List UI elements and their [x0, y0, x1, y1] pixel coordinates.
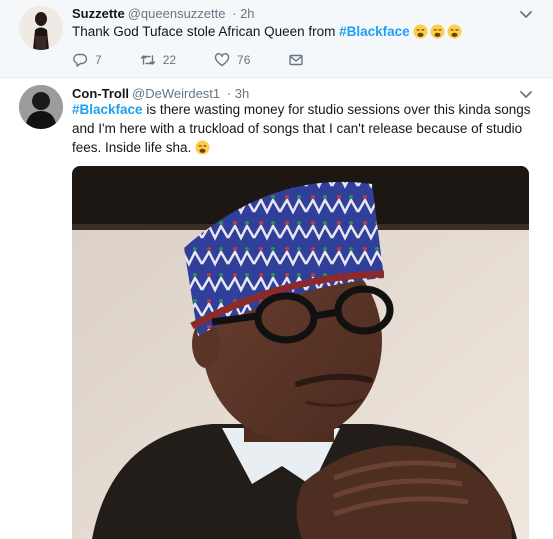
- retweet-count: 22: [162, 53, 177, 67]
- tweet-text: #Blackface is there wasting money for st…: [72, 100, 542, 157]
- envelope-icon: [289, 54, 304, 66]
- weary-face-emoji: [430, 24, 445, 39]
- tweet-text: Thank God Tuface stole African Queen fro…: [72, 22, 512, 41]
- tweet-header: Suzzette @queensuzzette · 2h: [72, 6, 255, 21]
- like-count: 76: [237, 53, 251, 67]
- tweet-photo[interactable]: [72, 166, 529, 539]
- display-name[interactable]: Suzzette: [72, 6, 125, 21]
- tweet-text-body: Thank God Tuface stole African Queen fro…: [72, 24, 340, 39]
- tweet-actions: 7 22 76: [72, 51, 349, 69]
- like-button[interactable]: 76: [214, 52, 250, 68]
- chevron-down-icon[interactable]: [519, 7, 533, 21]
- weary-face-emoji: [413, 24, 428, 39]
- chevron-down-icon[interactable]: [519, 87, 533, 101]
- reply-button[interactable]: 7: [72, 52, 102, 68]
- timestamp[interactable]: · 3h: [227, 86, 249, 101]
- weary-face-emoji: [195, 140, 210, 155]
- avatar[interactable]: [19, 85, 63, 129]
- heart-icon: [214, 53, 230, 67]
- tweet-suzzette[interactable]: Suzzette @queensuzzette · 2h Thank God Tu…: [0, 0, 553, 78]
- display-name[interactable]: Con-Troll: [72, 86, 129, 101]
- retweet-icon: [140, 55, 155, 65]
- reply-count: 7: [95, 53, 102, 67]
- direct-message-button[interactable]: [288, 52, 311, 68]
- tweet-con-troll[interactable]: Con-Troll @DeWeirdest1 · 3h #Blackface is…: [0, 78, 553, 539]
- handle[interactable]: @queensuzzette: [128, 6, 226, 21]
- retweet-button[interactable]: 22: [140, 52, 176, 68]
- hashtag-link[interactable]: #Blackface: [72, 102, 143, 117]
- weary-face-emoji: [447, 24, 462, 39]
- hashtag-link[interactable]: #Blackface: [339, 24, 410, 39]
- tweet-header: Con-Troll @DeWeirdest1 · 3h: [72, 86, 249, 101]
- timestamp[interactable]: · 2h: [232, 6, 254, 21]
- reply-icon: [73, 53, 88, 67]
- avatar[interactable]: [19, 6, 63, 50]
- handle[interactable]: @DeWeirdest1: [132, 86, 220, 101]
